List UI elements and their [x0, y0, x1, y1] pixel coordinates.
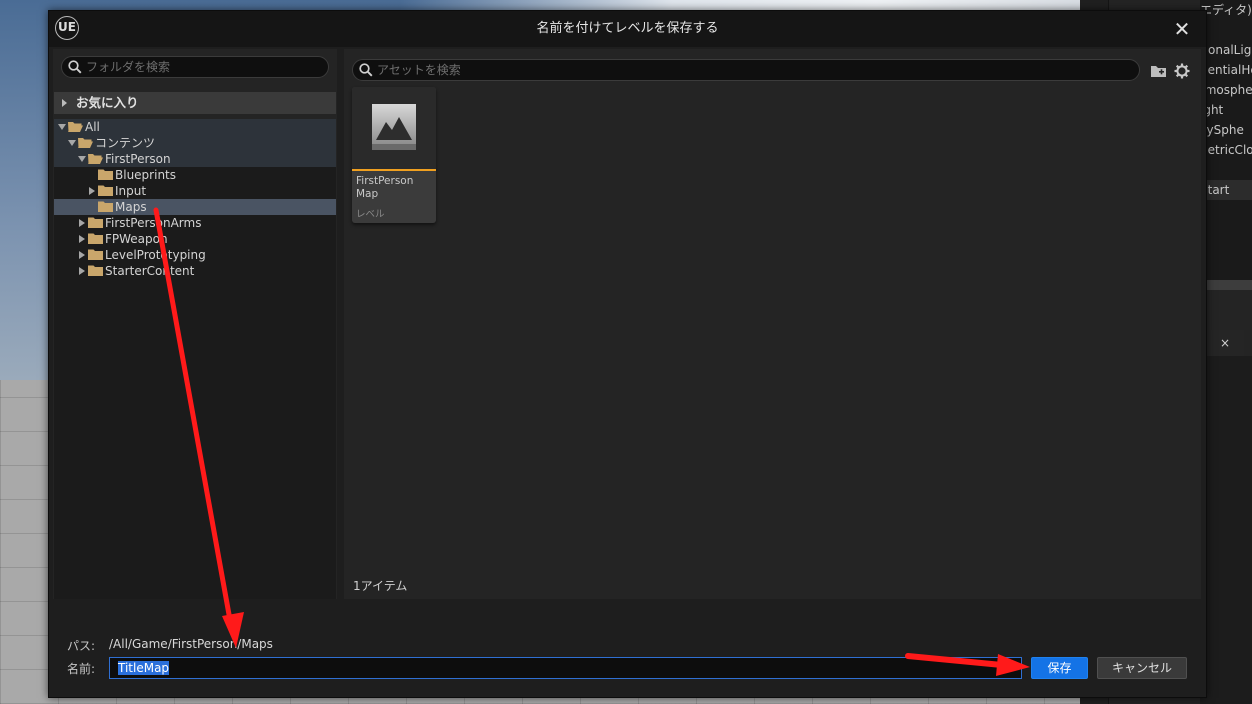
tree-item[interactable]: FPWeapon [54, 231, 336, 247]
cancel-button[interactable]: キャンセル [1097, 657, 1187, 679]
tree-item-label: コンテンツ [95, 136, 156, 150]
tree-item-label: Input [115, 184, 147, 198]
details-tab-close[interactable]: × [1206, 330, 1244, 356]
gear-icon[interactable] [1174, 63, 1190, 79]
path-label: パス: [67, 639, 96, 653]
outliner-row[interactable]: nentialHe [1200, 60, 1252, 80]
world-outliner: エディタ) g tionalLig nentialHe tmosphe ight… [1200, 0, 1252, 290]
favorites-header[interactable]: お気に入り [54, 92, 336, 114]
outliner-footer [1200, 280, 1252, 290]
folder-icon [98, 185, 113, 196]
folder-icon [88, 233, 103, 244]
tree-item[interactable]: Blueprints [54, 167, 336, 183]
outliner-row[interactable] [1200, 160, 1252, 180]
asset-name: FirstPerson Map [356, 175, 414, 200]
save-footer: パス: /All/Game/FirstPerson/Maps 名前: Title… [49, 603, 1206, 697]
chevron-down-icon[interactable] [68, 140, 76, 146]
favorites-label: お気に入り [76, 95, 139, 110]
folder-tree: All コンテンツ FirstPerson Blueprints Input Maps Fi… [54, 119, 336, 599]
tree-item[interactable]: コンテンツ [54, 135, 336, 151]
tree-item[interactable]: StarterContent [54, 263, 336, 279]
tree-item-label: FPWeapon [105, 232, 168, 246]
tree-item-label: StarterContent [105, 264, 195, 278]
folder-search-input[interactable] [86, 57, 322, 77]
asset-type: レベル [356, 209, 385, 220]
outliner-row[interactable]: エディタ) [1200, 0, 1252, 20]
asset-thumbnail [352, 87, 436, 169]
dialog-title: 名前を付けてレベルを保存する [536, 21, 719, 36]
item-count: 1アイテム [353, 579, 408, 593]
name-label: 名前: [67, 662, 96, 676]
folder-pane: お気に入り All コンテンツ FirstPerson Blueprints Input… [53, 49, 337, 599]
tree-item[interactable]: LevelPrototyping [54, 247, 336, 263]
chevron-down-icon[interactable] [58, 124, 66, 130]
tree-item-label: All [85, 120, 100, 134]
tree-item[interactable]: FirstPersonArms [54, 215, 336, 231]
open-folder-icon [78, 138, 93, 148]
chevron-right-icon[interactable] [89, 187, 95, 195]
save-level-dialog: UE 名前を付けてレベルを保存する ✕ お気に入り All コンテンツ FirstP… [48, 10, 1207, 698]
asset-search-input[interactable] [377, 60, 1133, 80]
chevron-right-icon [62, 99, 67, 107]
details-panel [1200, 356, 1252, 704]
dialog-titlebar[interactable]: UE 名前を付けてレベルを保存する ✕ [49, 11, 1206, 47]
outliner-row[interactable]: tionalLig [1200, 40, 1252, 60]
name-field-value: TitleMap [118, 661, 170, 675]
tree-item[interactable]: All [54, 119, 336, 135]
tree-item-label: FirstPerson [105, 152, 171, 166]
search-icon [68, 60, 82, 74]
open-folder-icon [68, 122, 83, 132]
chevron-right-icon[interactable] [79, 251, 85, 259]
tree-item[interactable]: Maps [54, 199, 336, 215]
chevron-down-icon[interactable] [78, 156, 86, 162]
outliner-row[interactable]: Start [1200, 180, 1252, 200]
folder-icon [88, 217, 103, 228]
level-thumbnail-icon [372, 104, 416, 150]
folder-search[interactable] [61, 56, 329, 78]
tree-item[interactable]: FirstPerson [54, 151, 336, 167]
chevron-right-icon[interactable] [79, 267, 85, 275]
asset-search[interactable] [352, 59, 1140, 81]
save-button[interactable]: 保存 [1031, 657, 1088, 679]
outliner-row[interactable]: netricClo [1200, 140, 1252, 160]
search-icon [359, 63, 373, 77]
tree-item-label: FirstPersonArms [105, 216, 202, 230]
folder-icon [88, 265, 103, 276]
folder-icon [88, 249, 103, 260]
tree-item[interactable]: Input [54, 183, 336, 199]
open-folder-icon [88, 154, 103, 164]
asset-type-color-bar [352, 169, 436, 171]
folder-icon [98, 169, 113, 180]
outliner-row[interactable]: tmosphe [1200, 80, 1252, 100]
asset-tile[interactable]: FirstPerson Map レベル [352, 87, 436, 223]
close-icon[interactable]: ✕ [1170, 17, 1194, 41]
tree-item-label: Blueprints [115, 168, 177, 182]
outliner-row[interactable]: g [1200, 20, 1252, 40]
add-folder-icon[interactable] [1150, 63, 1168, 79]
outliner-row[interactable]: ight [1200, 100, 1252, 120]
asset-pane: FirstPerson Map レベル 1アイテム [344, 49, 1201, 599]
tree-item-label: LevelPrototyping [105, 248, 206, 262]
tree-item-label: Maps [115, 200, 147, 214]
outliner-row[interactable]: kySphe [1200, 120, 1252, 140]
chevron-right-icon[interactable] [79, 219, 85, 227]
name-field[interactable]: TitleMap [109, 657, 1022, 679]
folder-icon [98, 201, 113, 212]
chevron-right-icon[interactable] [79, 235, 85, 243]
path-value: /All/Game/FirstPerson/Maps [109, 637, 273, 651]
